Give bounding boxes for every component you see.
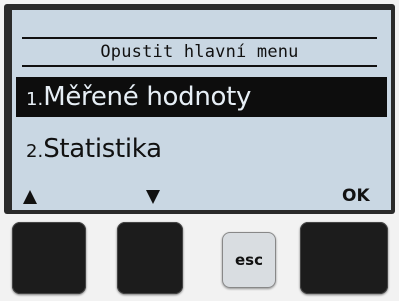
screen-bezel: Opustit hlavní menu 1.Měřené hodnoty 2.S… (4, 4, 395, 214)
lcd-screen: Opustit hlavní menu 1.Měřené hodnoty 2.S… (12, 10, 391, 210)
menu-title: Opustit hlavní menu (22, 37, 377, 67)
esc-button[interactable]: esc (222, 232, 276, 288)
up-arrow-icon (22, 186, 38, 210)
down-arrow-icon (145, 186, 161, 210)
menu-item-number: 1. (26, 89, 44, 110)
ok-button[interactable] (300, 222, 388, 294)
softkey-bar: OK (12, 182, 391, 210)
ok-softkey-label: OK (342, 186, 370, 206)
menu-item-statistics[interactable]: 2.Statistika (16, 129, 387, 169)
hardware-button-row: esc (0, 214, 399, 301)
menu-item-label: Statistika (43, 134, 162, 164)
down-button[interactable] (117, 222, 183, 294)
controller-device: Opustit hlavní menu 1.Měřené hodnoty 2.S… (0, 0, 399, 301)
up-button[interactable] (12, 222, 86, 294)
menu-item-measured-values[interactable]: 1.Měřené hodnoty (16, 77, 387, 117)
menu-item-label: Měřené hodnoty (43, 82, 252, 112)
menu-item-number: 2. (26, 141, 44, 162)
